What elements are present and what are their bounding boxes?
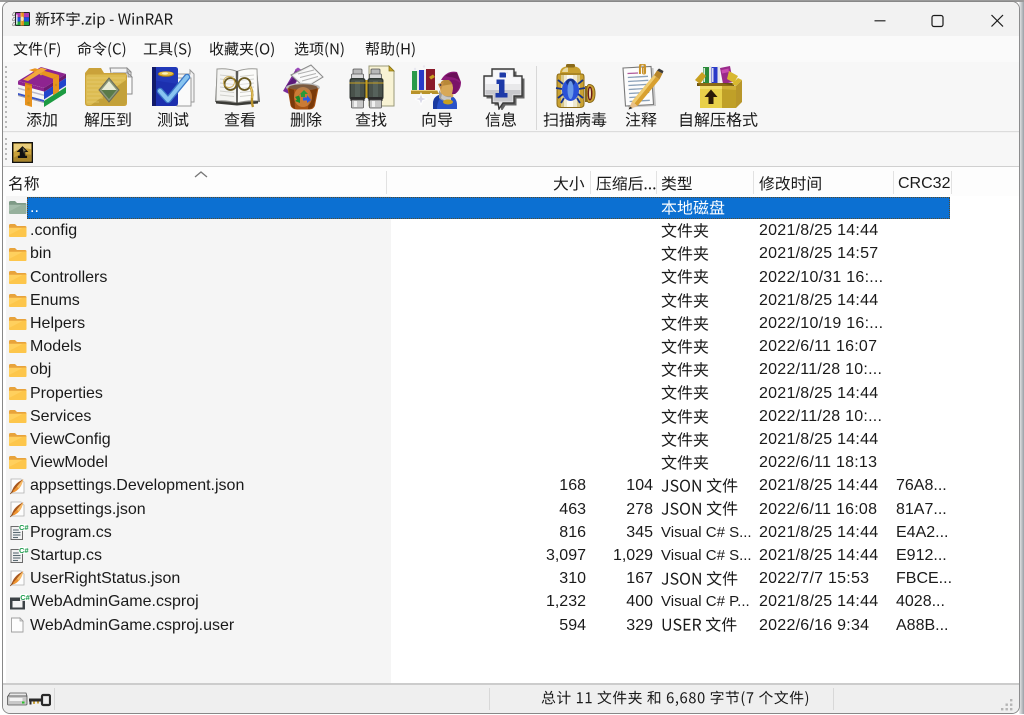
svg-text:C#: C# [19,524,29,532]
svg-text:C#: C# [19,547,29,555]
